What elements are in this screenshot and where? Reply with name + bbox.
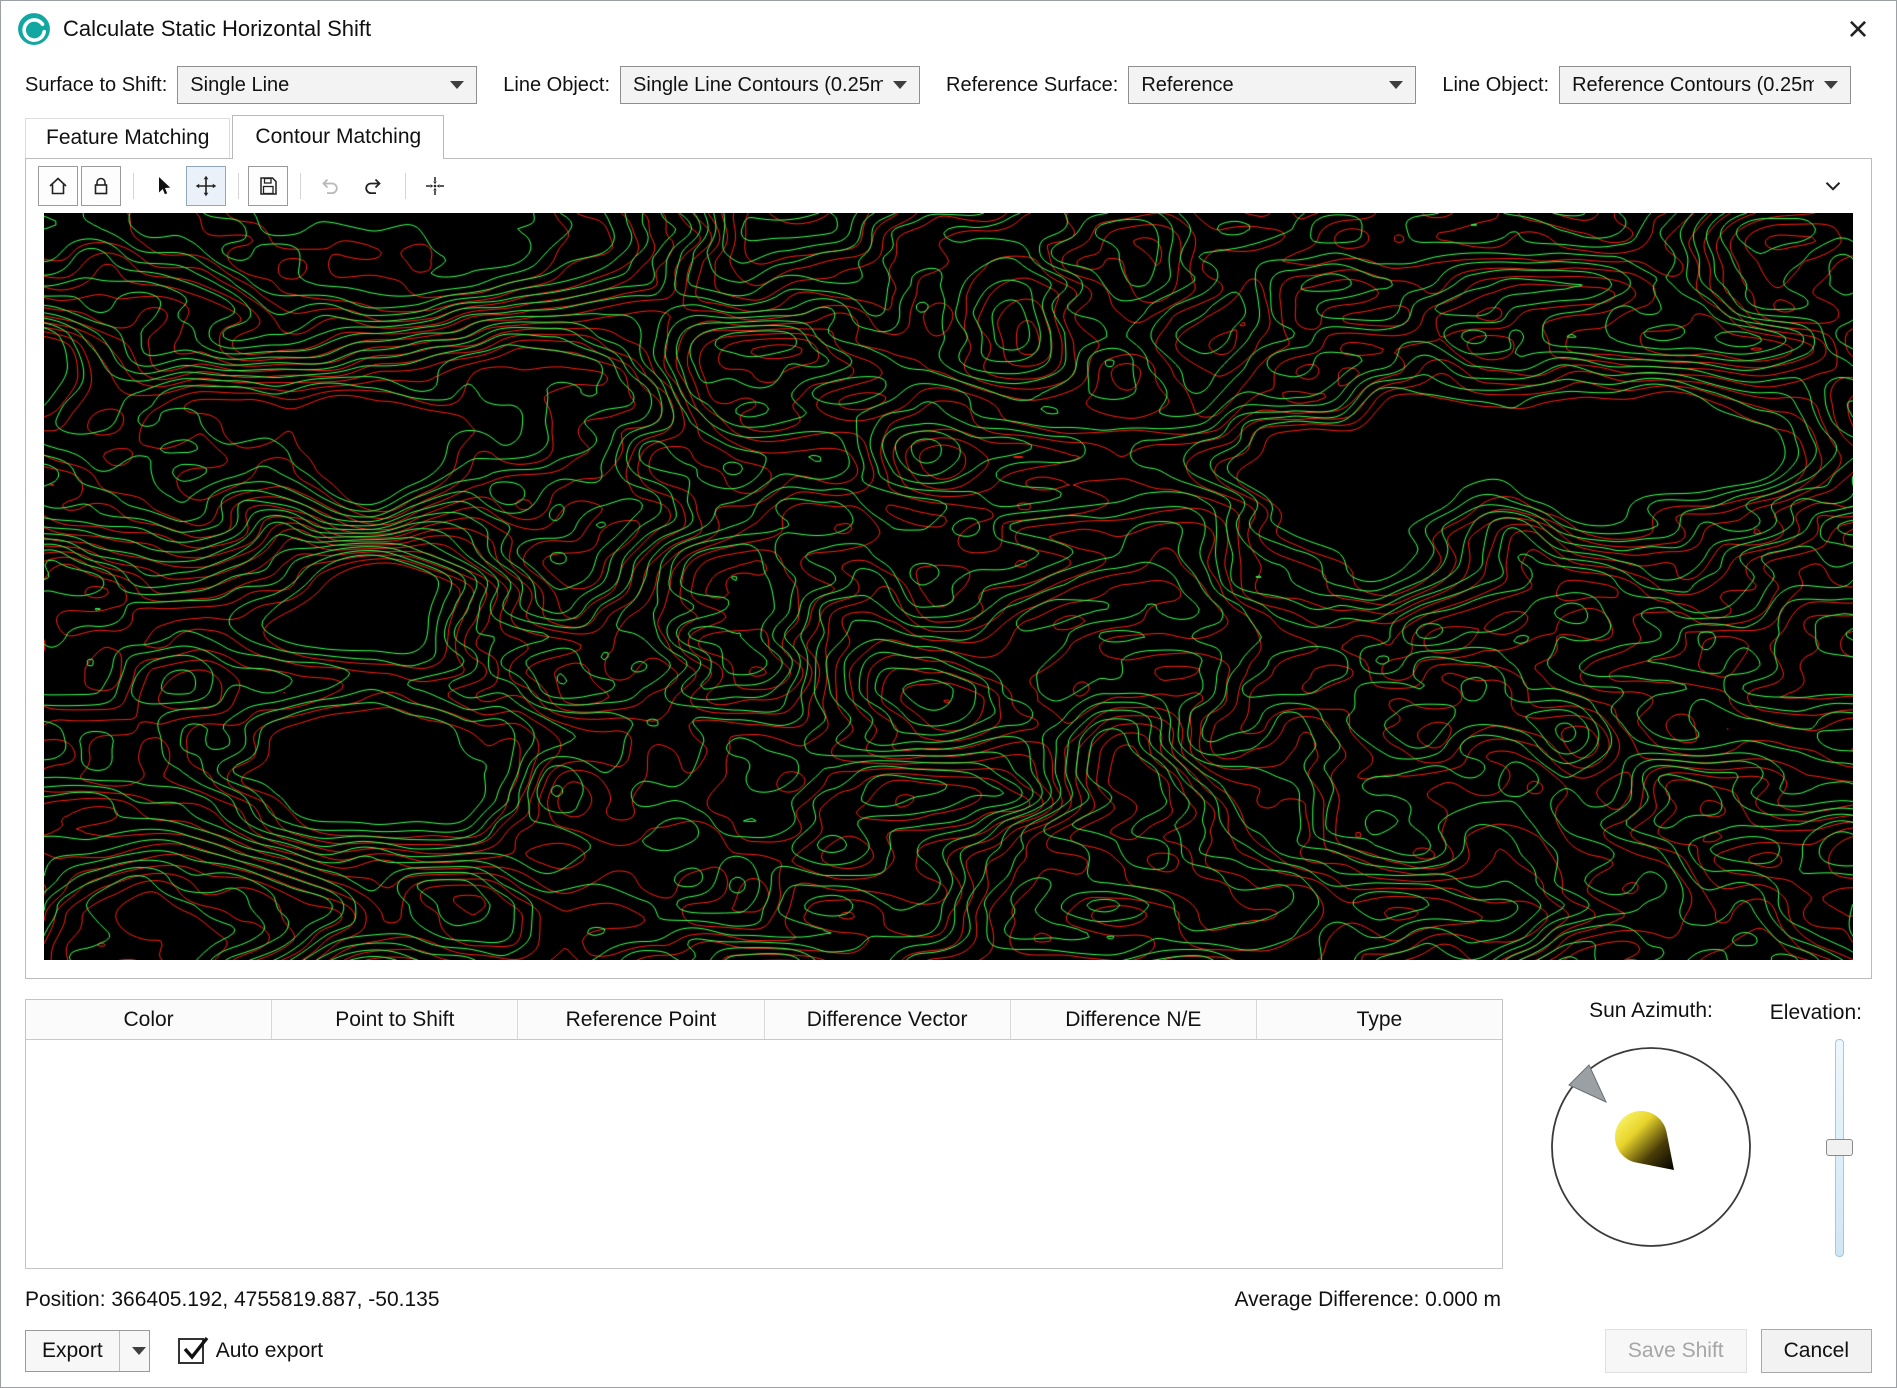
close-button[interactable]: × [1836,7,1880,51]
pan-icon [194,174,218,198]
column-header-color: Color [26,1000,272,1039]
line-object-shift-label: Line Object: [503,74,610,97]
export-dropdown-arrow[interactable] [119,1331,149,1371]
surface-to-shift-label: Surface to Shift: [25,74,167,97]
surface-to-shift-select[interactable]: Single Line [177,66,477,104]
elevation-label: Elevation: [1770,1001,1862,1025]
toolbar-separator [405,173,406,199]
undo-icon [318,174,342,198]
auto-export-label: Auto export [216,1339,323,1363]
select-cursor-icon [151,174,175,198]
lock-icon [89,174,113,198]
sun-azimuth-dial[interactable] [1535,1031,1767,1268]
sun-controls: Sun Azimuth: Elevatio [1503,999,1872,1269]
reference-surface-value: Reference [1141,74,1379,97]
line-object-shift-value: Single Line Contours (0.25m) [633,74,883,97]
average-difference-readout: Average Difference: 0.000 m [1234,1288,1501,1312]
column-header-reference-point: Reference Point [518,1000,764,1039]
dialog-calculate-static-horizontal-shift: Calculate Static Horizontal Shift × Surf… [0,0,1897,1388]
redo-icon [361,174,385,198]
home-view-button[interactable] [38,166,78,206]
save-view-button[interactable] [248,166,288,206]
titlebar: Calculate Static Horizontal Shift × [1,1,1896,57]
shift-points-table: Color Point to Shift Reference Point Dif… [25,999,1503,1269]
export-button-label: Export [26,1331,119,1371]
tab-contour-matching[interactable]: Contour Matching [232,115,444,159]
auto-export-checkbox[interactable] [178,1338,204,1364]
tab-feature-matching[interactable]: Feature Matching [25,118,230,158]
toolbar-separator [133,173,134,199]
chevron-down-icon [450,81,464,89]
select-tool-button[interactable] [143,166,183,206]
chevron-down-icon [1824,81,1838,89]
line-object-reference-label: Line Object: [1442,74,1549,97]
tab-strip: Feature Matching Contour Matching [1,113,1896,159]
column-header-difference-ne: Difference N/E [1011,1000,1257,1039]
chevron-down-icon [132,1347,146,1355]
results-section: Color Point to Shift Reference Point Dif… [25,999,1872,1269]
export-button[interactable]: Export [25,1330,150,1372]
pan-tool-button[interactable] [186,166,226,206]
footer: Export Auto export Save Shift Cancel [25,1327,1872,1375]
status-row: Position: 366405.192, 4755819.887, -50.1… [25,1285,1872,1315]
line-object-reference-select[interactable]: Reference Contours (0.25m) [1559,66,1851,104]
elevation-slider-thumb[interactable] [1826,1139,1853,1156]
toolbar-separator [238,173,239,199]
auto-export-checkbox-wrap: Auto export [178,1338,323,1364]
sun-azimuth-label: Sun Azimuth: [1535,999,1767,1023]
redo-button[interactable] [353,166,393,206]
contour-viewer-canvas[interactable] [44,213,1853,960]
window-title: Calculate Static Horizontal Shift [63,16,371,42]
reference-surface-select[interactable]: Reference [1128,66,1416,104]
table-header-row: Color Point to Shift Reference Point Dif… [26,1000,1502,1040]
collapse-panel-button[interactable] [1813,166,1853,206]
surface-to-shift-value: Single Line [190,74,440,97]
app-icon [17,12,51,46]
chevron-down-icon [893,81,907,89]
cancel-button[interactable]: Cancel [1761,1329,1872,1373]
table-body-empty [26,1040,1502,1268]
save-shift-button[interactable]: Save Shift [1605,1329,1747,1373]
surface-controls-row: Surface to Shift: Single Line Line Objec… [1,57,1896,113]
home-icon [46,174,70,198]
contour-matching-panel [25,158,1872,979]
column-header-difference-vector: Difference Vector [765,1000,1011,1039]
position-readout: Position: 366405.192, 4755819.887, -50.1… [25,1288,440,1312]
chevron-down-icon [1820,173,1846,199]
viewer-toolbar [26,159,1871,213]
save-icon [256,174,280,198]
lock-view-button[interactable] [81,166,121,206]
line-object-shift-select[interactable]: Single Line Contours (0.25m) [620,66,920,104]
checkmark-icon [181,1333,211,1363]
column-header-point-to-shift: Point to Shift [272,1000,518,1039]
line-object-reference-value: Reference Contours (0.25m) [1572,74,1814,97]
apply-shift-button[interactable] [415,166,455,206]
reference-surface-label: Reference Surface: [946,74,1118,97]
toolbar-separator [300,173,301,199]
undo-button[interactable] [310,166,350,206]
column-header-type: Type [1257,1000,1502,1039]
chevron-down-icon [1389,81,1403,89]
apply-shift-icon [423,174,447,198]
